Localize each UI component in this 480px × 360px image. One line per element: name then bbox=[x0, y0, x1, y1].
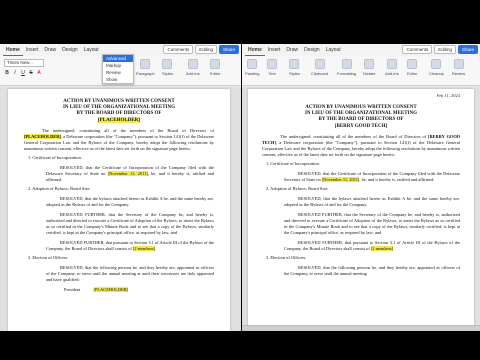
ribbon-button-painting[interactable]: Painting bbox=[245, 59, 259, 76]
tab-draw[interactable]: Draw bbox=[283, 44, 301, 56]
document-canvas[interactable]: ACTION BY UNANIMOUS WRITTEN CONSENT IN L… bbox=[0, 87, 241, 331]
ribbon-button-styles[interactable]: Styles bbox=[289, 59, 300, 76]
document-title: ACTION BY UNANIMOUS WRITTEN CONSENT IN L… bbox=[304, 105, 417, 129]
intro-paragraph: The undersigned, constituting all of the… bbox=[24, 127, 214, 151]
tab-home[interactable]: Home bbox=[245, 44, 265, 56]
popup-item-advanced[interactable]: Advanced bbox=[103, 55, 133, 62]
document-page[interactable]: Feb 11, 2024 ACTION BY UNANIMOUS WRITTEN… bbox=[248, 89, 474, 331]
tab-design[interactable]: Design bbox=[301, 44, 323, 56]
ribbon-button-cleanup[interactable]: Cleanup bbox=[429, 59, 444, 76]
text-icon bbox=[267, 59, 277, 69]
paragraph-button[interactable]: Paragraph bbox=[136, 59, 155, 76]
microphone-icon bbox=[364, 59, 375, 69]
editor-icon bbox=[407, 59, 418, 69]
tab-design[interactable]: Design bbox=[59, 44, 81, 56]
underline-icon[interactable]: U bbox=[20, 70, 26, 77]
editor-icon bbox=[210, 59, 221, 69]
styles-icon bbox=[162, 59, 173, 69]
video-frame: Home Insert Draw Design Layout Comments … bbox=[0, 0, 480, 360]
strikethrough-icon[interactable]: S bbox=[28, 70, 34, 77]
right-word-window: Home Insert Draw Design Layout Comments … bbox=[242, 44, 480, 331]
styles-icon bbox=[289, 59, 300, 69]
styles-button[interactable]: Styles bbox=[162, 59, 173, 76]
left-word-window: Home Insert Draw Design Layout Comments … bbox=[0, 44, 241, 331]
section-heading: 2. Adoption of Bylaws; Board Size. bbox=[266, 185, 329, 191]
resolution-paragraph: RESOLVED FURTHER, that pursuant to Secti… bbox=[284, 239, 460, 251]
editor-button[interactable]: Editor bbox=[210, 59, 220, 76]
section-heading: 2. Adoption of Bylaws; Board Size. bbox=[28, 185, 91, 191]
section-heading: 3. Election of Officers. bbox=[266, 254, 307, 260]
resolution-paragraph: RESOLVED, that the following persons be,… bbox=[284, 264, 460, 276]
section-heading: 3. Election of Officers. bbox=[28, 254, 69, 260]
formatting-icon bbox=[341, 59, 352, 69]
editing-button[interactable]: Editing bbox=[434, 45, 456, 54]
ribbon-toolbar: Painting Text Styles Clipboard Formattin… bbox=[242, 56, 480, 86]
share-button[interactable]: Share bbox=[218, 45, 239, 54]
resolution-paragraph: RESOLVED, that the Certificate of Incorp… bbox=[284, 170, 460, 182]
tab-layout[interactable]: Layout bbox=[81, 44, 102, 56]
ribbon-button-dictate[interactable]: Dictate bbox=[363, 59, 375, 76]
editing-button[interactable]: Editing bbox=[195, 45, 217, 54]
resolution-paragraph: RESOLVED FURTHER, that the Secretary of … bbox=[284, 211, 460, 235]
document-canvas[interactable]: Feb 11, 2024 ACTION BY UNANIMOUS WRITTEN… bbox=[242, 87, 480, 331]
paragraph-icon bbox=[140, 59, 151, 69]
ribbon-tabs: Home Insert Draw Design Layout Comments … bbox=[242, 44, 480, 56]
placeholder-highlight: [PLACEHOLDER] bbox=[98, 117, 140, 123]
font-name-dropdown[interactable]: Times New... bbox=[4, 59, 44, 67]
tab-insert[interactable]: Insert bbox=[265, 44, 284, 56]
resolution-paragraph: RESOLVED FURTHER, that pursuant to Secti… bbox=[46, 239, 214, 251]
resolution-paragraph: RESOLVED, that the bylaws attached heret… bbox=[284, 195, 460, 207]
tab-home[interactable]: Home bbox=[3, 44, 23, 56]
review-icon bbox=[453, 59, 464, 69]
document-page[interactable]: ACTION BY UNANIMOUS WRITTEN CONSENT IN L… bbox=[8, 89, 230, 331]
cleanup-icon bbox=[431, 59, 442, 69]
tab-insert[interactable]: Insert bbox=[23, 44, 42, 56]
share-button[interactable]: Share bbox=[457, 45, 478, 54]
add-ins-button[interactable]: Add-ins bbox=[186, 59, 200, 76]
resolution-paragraph: RESOLVED FURTHER, that the Secretary of … bbox=[46, 211, 214, 235]
ribbon-button-clipboard[interactable]: Clipboard bbox=[311, 59, 328, 76]
resolution-paragraph: RESOLVED, that the Certificate of Incorp… bbox=[46, 164, 214, 182]
add-ins-icon bbox=[187, 59, 198, 69]
officer-line: President [PLACEHOLDER] bbox=[64, 286, 129, 292]
popup-item-markup[interactable]: Markup bbox=[103, 62, 133, 69]
tab-layout[interactable]: Layout bbox=[323, 44, 344, 56]
comments-button[interactable]: Comments bbox=[402, 45, 433, 54]
document-date: Feb 11, 2024 bbox=[436, 93, 460, 98]
ribbon-button-add-ins[interactable]: Add-ins bbox=[385, 59, 399, 76]
section-heading: 1. Certificate of Incorporation. bbox=[28, 154, 82, 160]
bold-icon[interactable]: B bbox=[4, 70, 10, 77]
horizontal-scrollbar[interactable] bbox=[242, 325, 480, 331]
resolution-paragraph: RESOLVED, that the bylaws attached heret… bbox=[46, 195, 214, 207]
intro-paragraph: The undersigned, constituting all of the… bbox=[262, 133, 461, 157]
add-ins-icon bbox=[386, 59, 397, 69]
format-buttons: B I U S A bbox=[4, 70, 42, 77]
ribbon-button-text[interactable]: Text bbox=[267, 59, 277, 76]
document-title: ACTION BY UNANIMOUS WRITTEN CONSENT IN L… bbox=[62, 99, 175, 123]
ribbon-button-editor[interactable]: Editor bbox=[407, 59, 417, 76]
section-heading: 1. Certificate of Incorporation. bbox=[266, 160, 320, 166]
popup-item-show[interactable]: Show bbox=[103, 76, 133, 83]
font-color-icon[interactable]: A bbox=[36, 70, 42, 77]
ribbon-button-formatting[interactable]: Formatting bbox=[337, 59, 356, 76]
clipboard-icon bbox=[314, 59, 325, 69]
popup-item-review[interactable]: Review bbox=[103, 69, 133, 76]
view-options-popup: Advanced Markup Review Show bbox=[102, 54, 134, 84]
paintbrush-icon bbox=[247, 59, 258, 69]
comments-button[interactable]: Comments bbox=[163, 45, 194, 54]
italic-icon[interactable]: I bbox=[12, 70, 18, 77]
resolution-paragraph: RESOLVED, that the following persons be,… bbox=[46, 264, 214, 282]
ribbon-button-review[interactable]: Review bbox=[452, 59, 465, 76]
tab-draw[interactable]: Draw bbox=[41, 44, 59, 56]
